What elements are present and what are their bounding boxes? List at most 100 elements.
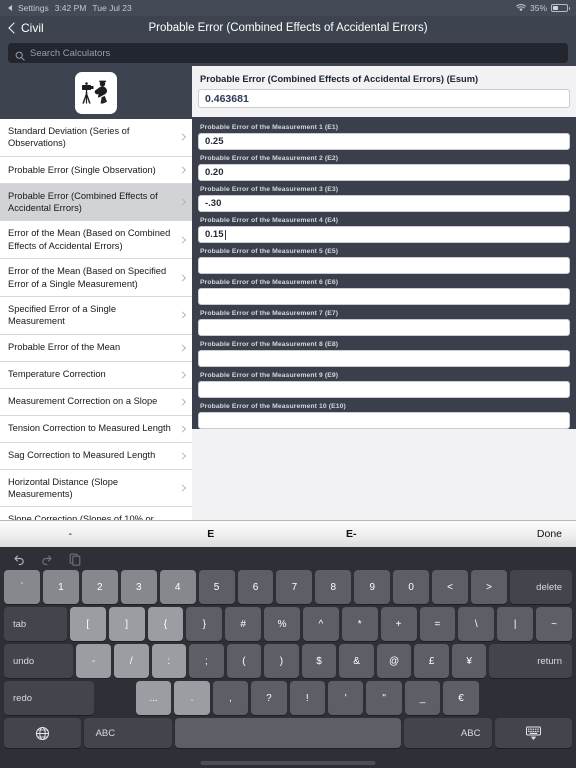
key-semicolon[interactable]: ; bbox=[189, 644, 224, 678]
e-button[interactable]: E bbox=[141, 528, 282, 540]
key-euro[interactable]: € bbox=[443, 681, 479, 715]
key-colon[interactable]: : bbox=[151, 644, 187, 678]
field-input-e7[interactable] bbox=[198, 319, 570, 336]
key-8[interactable]: 8 bbox=[315, 570, 352, 604]
key-2[interactable]: 2 bbox=[81, 570, 118, 604]
key-6[interactable]: 6 bbox=[237, 570, 274, 604]
list-item[interactable]: Sag Correction to Measured Length bbox=[0, 442, 192, 470]
list-item[interactable]: Temperature Correction bbox=[0, 361, 192, 389]
key-9[interactable]: 9 bbox=[354, 570, 391, 604]
list-item[interactable]: Tension Correction to Measured Length bbox=[0, 415, 192, 443]
key-4[interactable]: 4 bbox=[159, 570, 196, 604]
key-ampersand[interactable]: & bbox=[339, 644, 374, 678]
key-less-than[interactable]: < bbox=[432, 570, 469, 604]
key-bracket-close[interactable]: ] bbox=[108, 607, 145, 641]
back-triangle-icon[interactable] bbox=[8, 5, 12, 11]
key-percent[interactable]: % bbox=[264, 607, 300, 641]
key-underscore[interactable]: _ bbox=[404, 681, 441, 715]
key-5[interactable]: 5 bbox=[198, 570, 235, 604]
key-question[interactable]: ? bbox=[251, 681, 287, 715]
key-slash[interactable]: / bbox=[114, 644, 149, 678]
key-space[interactable] bbox=[175, 718, 401, 748]
key-brace-open[interactable]: { bbox=[147, 607, 184, 641]
key-ellipsis[interactable]: ... bbox=[135, 681, 172, 715]
keyboard-dismiss-icon[interactable] bbox=[495, 718, 573, 748]
key-0[interactable]: 0 bbox=[393, 570, 430, 604]
key-backslash[interactable]: \ bbox=[458, 607, 495, 641]
key-undo[interactable]: undo bbox=[4, 644, 74, 678]
list-item[interactable]: Horizontal Distance (Slope Measurements) bbox=[0, 469, 192, 508]
list-item[interactable]: Probable Error (Single Observation) bbox=[0, 156, 192, 184]
key-at[interactable]: @ bbox=[376, 644, 412, 678]
search-input[interactable]: Search Calculators bbox=[8, 43, 568, 63]
field-label-e5: Probable Error of the Measurement 5 (E5) bbox=[200, 248, 339, 255]
list-item-label: Tension Correction to Measured Length bbox=[8, 423, 171, 434]
key-apostrophe[interactable]: ' bbox=[328, 681, 364, 715]
key-pound[interactable]: £ bbox=[414, 644, 449, 678]
field-input-e6[interactable] bbox=[198, 288, 570, 305]
list-item[interactable]: Probable Error of the Mean bbox=[0, 334, 192, 362]
field-label-e6: Probable Error of the Measurement 6 (E6) bbox=[200, 279, 339, 286]
key-7[interactable]: 7 bbox=[276, 570, 313, 604]
minus-button[interactable]: - bbox=[0, 528, 141, 540]
key-tilde[interactable]: ~ bbox=[536, 607, 572, 641]
app-root: Settings 3:42 PM Tue Jul 23 35% Civil Pr… bbox=[0, 0, 576, 768]
keyboard-shortcut-row bbox=[2, 550, 574, 568]
field-value-e3: -.30 bbox=[205, 198, 222, 209]
key-asterisk[interactable]: * bbox=[341, 607, 378, 641]
list-item[interactable]: Specified Error of a Single Measurement bbox=[0, 296, 192, 335]
list-item-selected[interactable]: Probable Error (Combined Effects of Acci… bbox=[0, 183, 192, 222]
field-input-e5[interactable] bbox=[198, 257, 570, 274]
field-input-e10[interactable] bbox=[198, 412, 570, 429]
key-backtick[interactable]: ` bbox=[4, 570, 40, 604]
key-paren-close[interactable]: ) bbox=[264, 644, 299, 678]
key-greater-than[interactable]: > bbox=[471, 570, 507, 604]
key-yen[interactable]: ¥ bbox=[451, 644, 487, 678]
done-button[interactable]: Done bbox=[422, 528, 576, 540]
result-label: Probable Error (Combined Effects of Acci… bbox=[200, 74, 479, 84]
key-exclamation[interactable]: ! bbox=[289, 681, 325, 715]
key-comma[interactable]: , bbox=[212, 681, 249, 715]
key-brace-close[interactable]: } bbox=[186, 607, 223, 641]
key-return[interactable]: return bbox=[489, 644, 573, 678]
redo-icon[interactable] bbox=[40, 552, 54, 566]
key-period[interactable]: . bbox=[174, 681, 210, 715]
key-hash[interactable]: # bbox=[225, 607, 262, 641]
list-item-label: Standard Deviation (Series of Observatio… bbox=[8, 126, 130, 149]
key-equals[interactable]: = bbox=[419, 607, 456, 641]
key-caret[interactable]: ^ bbox=[302, 607, 339, 641]
key-tab[interactable]: tab bbox=[4, 607, 67, 641]
field-input-e9[interactable] bbox=[198, 381, 570, 398]
globe-icon[interactable] bbox=[4, 718, 81, 748]
back-button[interactable]: Civil bbox=[0, 21, 44, 35]
field-group-e5: Probable Error of the Measurement 5 (E5) bbox=[198, 245, 570, 274]
key-paren-open[interactable]: ( bbox=[226, 644, 262, 678]
list-item[interactable]: Error of the Mean (Based on Specified Er… bbox=[0, 259, 192, 297]
key-abc-right[interactable]: ABC bbox=[403, 718, 493, 748]
key-3[interactable]: 3 bbox=[120, 570, 157, 604]
field-label-e4: Probable Error of the Measurement 4 (E4) bbox=[200, 217, 339, 224]
field-input-e1[interactable]: 0.25 bbox=[198, 133, 570, 150]
key-quote[interactable]: " bbox=[366, 681, 402, 715]
key-hyphen[interactable]: - bbox=[76, 644, 111, 678]
field-input-e4[interactable]: 0.15 bbox=[198, 226, 570, 243]
list-item[interactable]: Measurement Correction on a Slope bbox=[0, 388, 192, 416]
key-redo[interactable]: redo bbox=[4, 681, 95, 715]
key-delete[interactable]: delete bbox=[509, 570, 573, 604]
field-input-e3[interactable]: -.30 bbox=[198, 195, 570, 212]
undo-icon[interactable] bbox=[12, 552, 26, 566]
list-item[interactable]: Error of the Mean (Based on Combined Eff… bbox=[0, 221, 192, 260]
field-input-e2[interactable]: 0.20 bbox=[198, 164, 570, 181]
key-abc-left[interactable]: ABC bbox=[83, 718, 173, 748]
list-item[interactable]: Standard Deviation (Series of Observatio… bbox=[0, 119, 192, 157]
e-minus-button[interactable]: E- bbox=[281, 528, 422, 540]
key-bracket-open[interactable]: [ bbox=[69, 607, 106, 641]
key-pipe[interactable]: | bbox=[497, 607, 534, 641]
status-back-app[interactable]: Settings bbox=[18, 3, 49, 13]
key-1[interactable]: 1 bbox=[42, 570, 79, 604]
key-plus[interactable]: + bbox=[380, 607, 417, 641]
field-input-e8[interactable] bbox=[198, 350, 570, 367]
list-item[interactable]: Slope Correction (Slopes of 10% or less) bbox=[0, 507, 192, 520]
key-dollar[interactable]: $ bbox=[301, 644, 337, 678]
paste-icon[interactable] bbox=[68, 552, 82, 566]
